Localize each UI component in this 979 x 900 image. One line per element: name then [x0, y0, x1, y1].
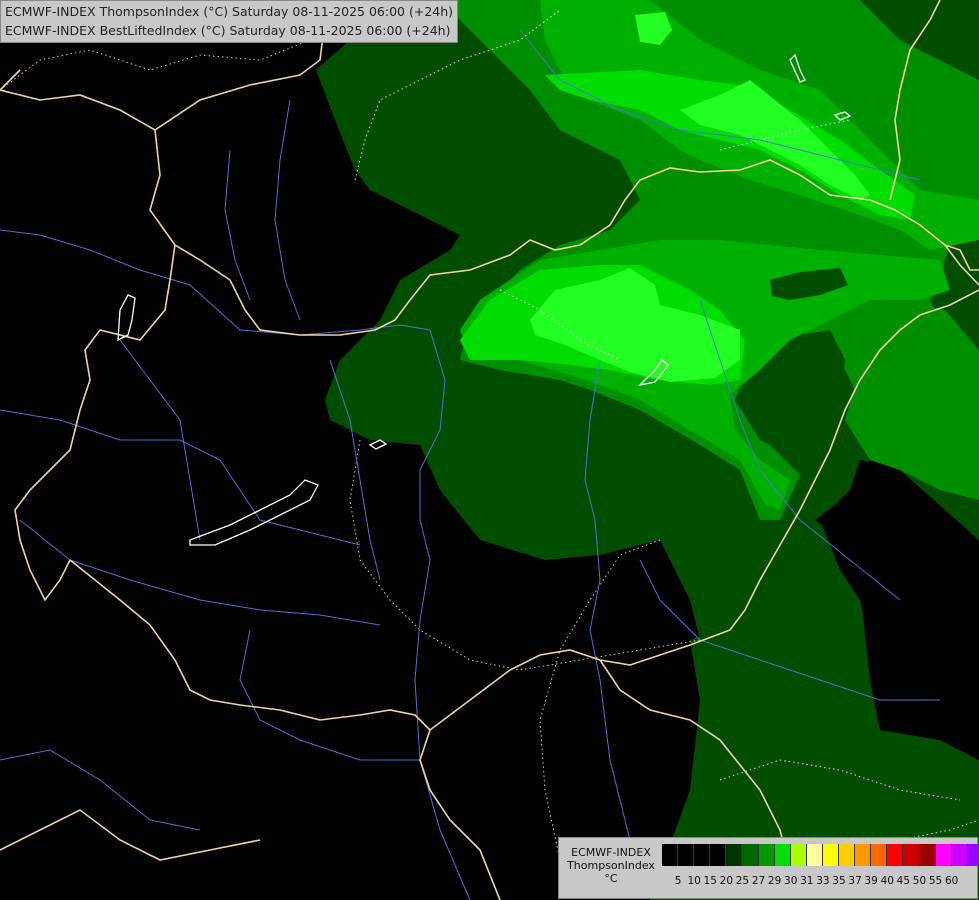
legend-swatch	[758, 844, 775, 866]
legend-tick-label: 33	[816, 875, 830, 887]
legend-swatch	[822, 844, 840, 866]
legend-swatch	[790, 844, 807, 866]
legend-swatch	[839, 844, 856, 866]
color-legend: ECMWF-INDEX ThompsonIndex °C 5 10 15 20 25 27…	[558, 837, 979, 899]
legend-tick-label: 10	[687, 875, 701, 887]
legend-tick-label: 27	[751, 875, 766, 887]
title-best-lifted-index: ECMWF-INDEX BestLiftedIndex (°C) Saturda…	[5, 23, 451, 38]
legend-swatch	[662, 844, 679, 866]
legend-swatch	[871, 844, 888, 866]
legend-tick-label: 55	[928, 875, 943, 887]
weather-map	[0, 0, 979, 900]
legend-tick-label: 30	[784, 875, 798, 887]
legend-model: ECMWF-INDEX	[571, 846, 651, 859]
legend-tick-label: 5	[674, 875, 682, 887]
legend-swatch	[935, 844, 952, 866]
legend-swatch	[710, 844, 727, 866]
title-thompson-index: ECMWF-INDEX ThompsonIndex (°C) Saturday …	[5, 4, 454, 19]
legend-swatch	[678, 844, 695, 866]
legend-ticks: 5 10 15 20 25 27 29 30 31 33 35 37 39 40 45 50 55 60	[662, 875, 960, 887]
legend-tick-label: 20	[719, 875, 734, 887]
legend-unit: °C	[604, 872, 618, 885]
legend-title: ECMWF-INDEX ThompsonIndex °C	[563, 846, 659, 885]
legend-parameter: ThompsonIndex	[567, 859, 655, 872]
legend-swatch	[694, 844, 711, 866]
legend-swatch	[742, 844, 759, 866]
legend-swatch	[903, 844, 920, 866]
legend-tick-label: 39	[864, 875, 878, 887]
legend-tick-label: 40	[880, 875, 894, 887]
legend-swatch	[855, 844, 872, 866]
legend-swatch	[806, 844, 823, 866]
legend-tick-label: 31	[800, 875, 814, 887]
legend-tick-label: 15	[703, 875, 717, 887]
legend-tick-spacer	[662, 875, 670, 887]
legend-swatch	[887, 844, 904, 866]
legend-swatch	[774, 844, 791, 866]
map-title-box: ECMWF-INDEX ThompsonIndex (°C) Saturday …	[0, 0, 459, 43]
legend-tick-label: 50	[912, 875, 927, 887]
legend-tick-label: 60	[944, 875, 959, 887]
legend-tick-label: 29	[767, 875, 782, 887]
legend-swatch	[967, 844, 979, 866]
legend-tick-label: 37	[848, 875, 862, 887]
legend-swatches	[662, 844, 979, 866]
legend-tick-label: 25	[735, 875, 750, 887]
legend-swatch	[726, 844, 743, 866]
legend-tick-label: 45	[896, 875, 911, 887]
legend-swatch	[919, 844, 936, 866]
legend-swatch	[951, 844, 968, 866]
legend-tick-label: 35	[832, 875, 846, 887]
